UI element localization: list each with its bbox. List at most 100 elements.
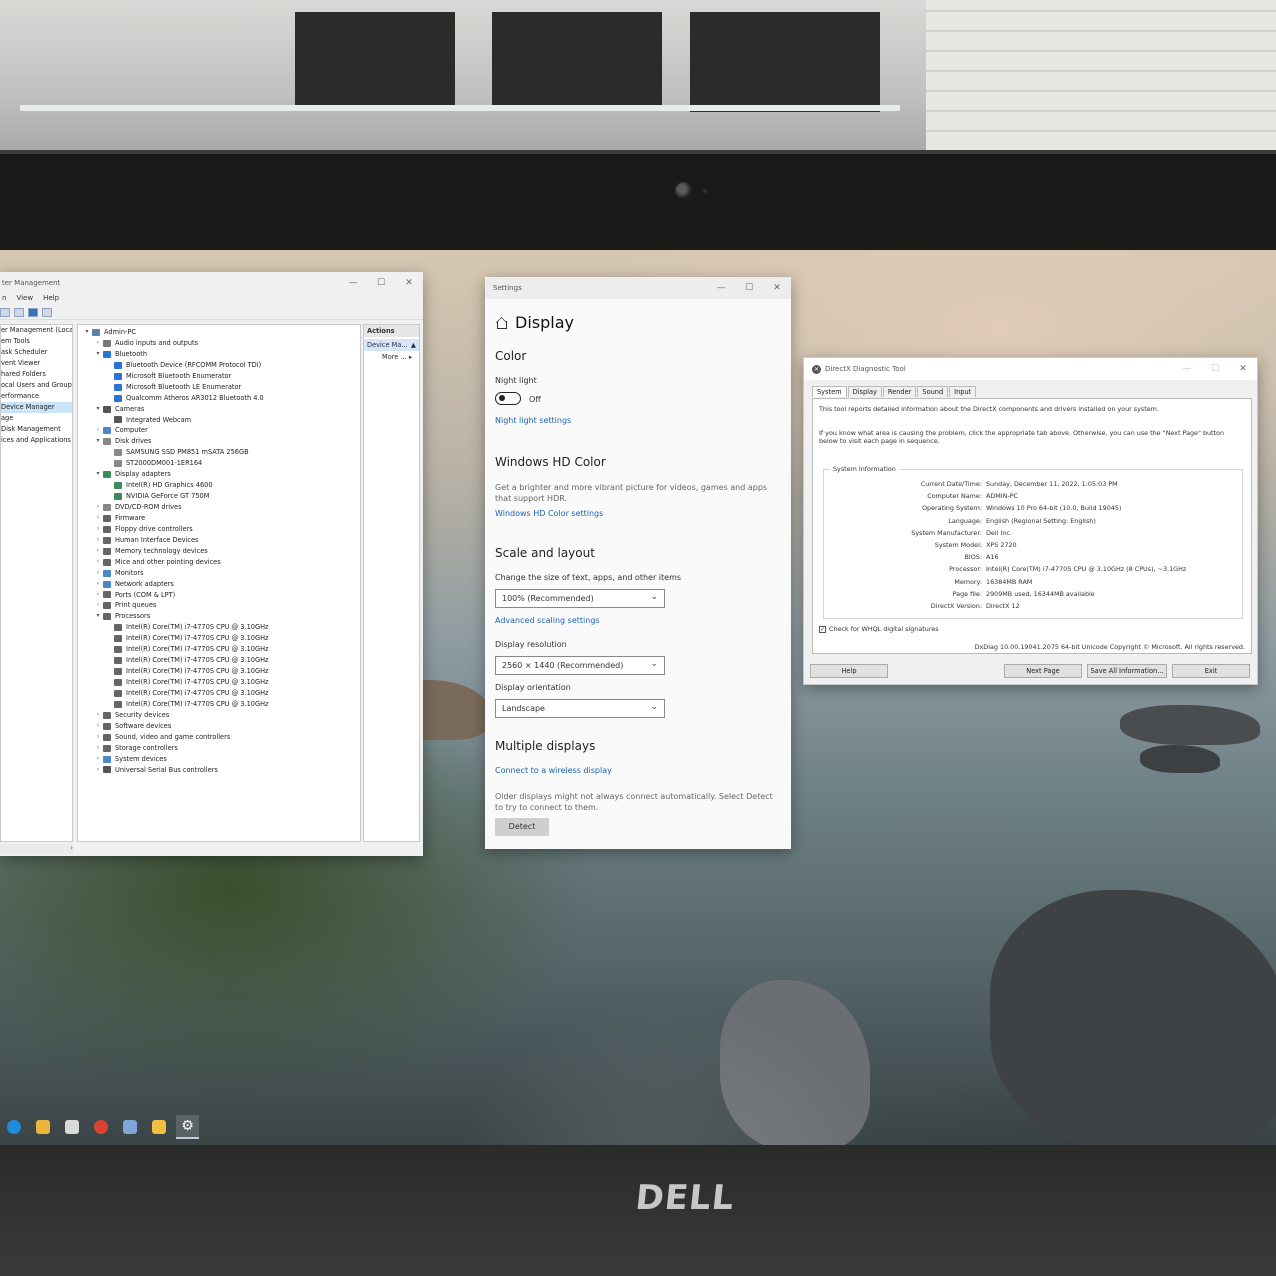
tree-device[interactable]: NVIDIA GeForce GT 750M <box>78 491 360 502</box>
close-icon[interactable]: ✕ <box>763 277 791 299</box>
chevron-right-icon[interactable]: › <box>93 425 103 436</box>
toolbar-folder-icon[interactable] <box>0 308 10 317</box>
tree-device[interactable]: Intel(R) Core(TM) i7-4770S CPU @ 3.10GHz <box>78 688 360 699</box>
resolution-dropdown[interactable]: 2560 × 1440 (Recommended) ⌄ <box>495 656 665 675</box>
tab-sound[interactable]: Sound <box>917 386 949 397</box>
tree-device[interactable]: Qualcomm Atheros AR3012 Bluetooth 4.0 <box>78 393 360 404</box>
taskbar-button[interactable]: ⚙ <box>176 1115 199 1139</box>
hd-color-settings-link[interactable]: Windows HD Color settings <box>495 509 603 518</box>
chevron-right-icon[interactable]: › <box>93 568 103 579</box>
tree-device[interactable]: Intel(R) Core(TM) i7-4770S CPU @ 3.10GHz <box>78 622 360 633</box>
minimize-icon[interactable]: — <box>1173 358 1201 380</box>
actions-device-manager[interactable]: Device Ma... ▲ <box>364 339 419 351</box>
nav-item[interactable]: age <box>1 413 72 424</box>
chevron-right-icon[interactable]: › <box>93 579 103 590</box>
maximize-icon[interactable]: ☐ <box>1201 358 1229 380</box>
tree-category[interactable]: › Storage controllers <box>78 743 360 754</box>
tree-category[interactable]: › Print queues <box>78 600 360 611</box>
tree-device[interactable]: Intel(R) Core(TM) i7-4770S CPU @ 3.10GHz <box>78 633 360 644</box>
nav-item[interactable]: ocal Users and Groups <box>1 380 72 391</box>
tree-root[interactable]: ▾ Admin-PC <box>78 327 360 338</box>
chevron-right-icon[interactable]: › <box>93 600 103 611</box>
tree-category[interactable]: › Security devices <box>78 710 360 721</box>
chevron-right-icon[interactable]: › <box>93 743 103 754</box>
chevron-right-icon[interactable]: › <box>93 546 103 557</box>
nav-item[interactable]: em Tools <box>1 336 72 347</box>
chevron-down-icon[interactable]: ▾ <box>82 327 92 338</box>
tree-category[interactable]: › Software devices <box>78 721 360 732</box>
tree-device[interactable]: Integrated Webcam <box>78 415 360 426</box>
night-light-settings-link[interactable]: Night light settings <box>495 416 571 425</box>
settings-titlebar[interactable]: Settings — ☐ ✕ <box>485 277 791 299</box>
minimize-icon[interactable]: — <box>707 277 735 299</box>
tree-device[interactable]: Intel(R) Core(TM) i7-4770S CPU @ 3.10GHz <box>78 644 360 655</box>
menu-view[interactable]: View <box>16 294 33 306</box>
tree-category[interactable]: › Audio inputs and outputs <box>78 338 360 349</box>
chevron-right-icon[interactable]: › <box>93 502 103 513</box>
tree-category[interactable]: ▾ Processors <box>78 611 360 622</box>
chevron-right-icon[interactable]: › <box>93 557 103 568</box>
close-icon[interactable]: ✕ <box>395 272 423 294</box>
chevron-right-icon[interactable]: › <box>93 754 103 765</box>
menu-help[interactable]: Help <box>43 294 59 306</box>
close-icon[interactable]: ✕ <box>1229 358 1257 380</box>
nav-item[interactable]: Device Manager <box>1 402 72 413</box>
computer-management-window[interactable]: ter Management — ☐ ✕ n View Help er Mana… <box>0 272 423 856</box>
chevron-right-icon[interactable]: › <box>93 338 103 349</box>
scale-dropdown[interactable]: 100% (Recommended) ⌄ <box>495 589 665 608</box>
chevron-right-icon[interactable]: › <box>93 535 103 546</box>
tree-device[interactable]: Intel(R) HD Graphics 4600 <box>78 480 360 491</box>
tree-device[interactable]: Intel(R) Core(TM) i7-4770S CPU @ 3.10GHz <box>78 655 360 666</box>
chevron-right-icon[interactable]: › <box>93 721 103 732</box>
nav-item[interactable]: ices and Applications <box>1 435 72 446</box>
help-button[interactable]: Help <box>810 664 888 678</box>
tab-input[interactable]: Input <box>949 386 977 397</box>
taskbar-button[interactable] <box>118 1115 141 1139</box>
whql-checkbox[interactable]: ✓ Check for WHQL digital signatures <box>819 625 939 633</box>
tree-device[interactable]: Intel(R) Core(TM) i7-4770S CPU @ 3.10GHz <box>78 677 360 688</box>
tree-category[interactable]: ▾ Display adapters <box>78 469 360 480</box>
chevron-right-icon[interactable]: › <box>93 513 103 524</box>
minimize-icon[interactable]: — <box>339 272 367 294</box>
tree-device[interactable]: Microsoft Bluetooth LE Enumerator <box>78 382 360 393</box>
save-all-information-button[interactable]: Save All Information... <box>1087 664 1167 678</box>
tree-device[interactable]: Intel(R) Core(TM) i7-4770S CPU @ 3.10GHz <box>78 666 360 677</box>
tree-category[interactable]: › Human Interface Devices <box>78 535 360 546</box>
tree-category[interactable]: › Monitors <box>78 568 360 579</box>
scroll-right-icon[interactable]: › <box>70 844 73 852</box>
night-light-toggle[interactable] <box>495 392 521 405</box>
maximize-icon[interactable]: ☐ <box>367 272 395 294</box>
tree-category[interactable]: › Sound, video and game controllers <box>78 732 360 743</box>
tree-device[interactable]: SAMSUNG SSD PM851 mSATA 256GB <box>78 447 360 458</box>
nav-item[interactable]: hared Folders <box>1 369 72 380</box>
chevron-down-icon[interactable]: ▾ <box>93 404 103 415</box>
chevron-right-icon[interactable]: › <box>93 524 103 535</box>
taskbar-button[interactable] <box>31 1115 54 1139</box>
cm-titlebar[interactable]: ter Management — ☐ ✕ <box>0 272 423 294</box>
tree-category[interactable]: › Mice and other pointing devices <box>78 557 360 568</box>
chevron-right-icon[interactable]: › <box>93 732 103 743</box>
settings-window[interactable]: Settings — ☐ ✕ Display Color Night light… <box>485 277 791 849</box>
tree-category[interactable]: › Universal Serial Bus controllers <box>78 765 360 776</box>
dxdiag-window[interactable]: ✕ DirectX Diagnostic Tool — ☐ ✕ System D… <box>803 357 1258 685</box>
tab-display[interactable]: Display <box>847 386 882 397</box>
chevron-right-icon[interactable]: › <box>93 590 103 601</box>
tree-category[interactable]: › Firmware <box>78 513 360 524</box>
chevron-down-icon[interactable]: ▾ <box>93 436 103 447</box>
toolbar-help-icon[interactable] <box>28 308 38 317</box>
tree-category[interactable]: › DVD/CD-ROM drives <box>78 502 360 513</box>
home-icon[interactable] <box>495 317 507 329</box>
next-page-button[interactable]: Next Page <box>1004 664 1082 678</box>
nav-horizontal-scrollbar[interactable]: › <box>0 844 73 854</box>
tree-device[interactable]: Microsoft Bluetooth Enumerator <box>78 371 360 382</box>
chevron-right-icon[interactable]: › <box>93 765 103 776</box>
orientation-dropdown[interactable]: Landscape ⌄ <box>495 699 665 718</box>
checkbox-checked-icon[interactable]: ✓ <box>819 625 826 633</box>
chevron-right-icon[interactable]: › <box>93 710 103 721</box>
advanced-scaling-link[interactable]: Advanced scaling settings <box>495 616 600 625</box>
chevron-down-icon[interactable]: ▾ <box>93 469 103 480</box>
nav-item[interactable]: er Management (Local <box>1 325 72 336</box>
tab-system[interactable]: System <box>812 386 847 397</box>
tree-category[interactable]: › Ports (COM & LPT) <box>78 590 360 601</box>
toolbar-view-icon[interactable] <box>42 308 52 317</box>
